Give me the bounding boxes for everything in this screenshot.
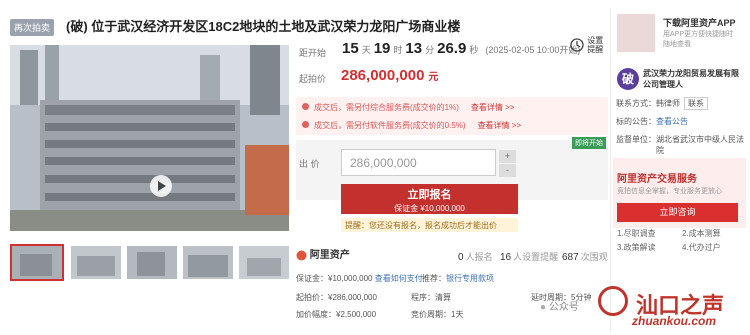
days-unit: 天 xyxy=(361,45,371,55)
thumbnail-2[interactable] xyxy=(71,246,121,279)
supervisor-value: 湖北省武汉市中级人民法院 xyxy=(656,135,744,155)
signup-count: 0 人报名 xyxy=(458,250,493,263)
stat-value: 687 xyxy=(562,252,579,263)
app-title: 下载阿里资产APP xyxy=(663,18,736,28)
price-label: 起拍价 xyxy=(299,74,327,84)
stat-value: 16 xyxy=(500,252,512,263)
platform-logo: 阿里资产 xyxy=(296,246,350,261)
price-unit: 元 xyxy=(428,72,439,83)
deposit-row: 保证金：¥10,000,000 查看如何支付 xyxy=(296,273,423,284)
qr-code-image xyxy=(617,14,655,52)
recommend-label: 推荐： xyxy=(422,274,446,283)
decrease-bid-button[interactable]: - xyxy=(499,164,516,177)
bid-period-row: 竞价周期：1天 xyxy=(411,310,464,319)
set-reminder-button[interactable]: 设置提醒 xyxy=(567,36,607,54)
step-3: 3.政策解读 xyxy=(617,243,656,252)
thumbnail-3[interactable] xyxy=(127,246,177,279)
thumbnail-4[interactable] xyxy=(183,246,233,279)
deposit-text: 保证金：¥10,000,000 xyxy=(296,274,373,283)
thumbnail-5[interactable] xyxy=(239,246,289,279)
upcoming-tag: 即将开始 xyxy=(572,137,606,149)
wechat-watermark: ● 公众号 xyxy=(540,302,579,313)
service-desc: 竞拍信息全掌握，专业服务更放心 xyxy=(617,188,722,195)
consult-button[interactable]: 立即咨询 xyxy=(617,203,738,222)
building-image xyxy=(10,45,289,231)
countdown-minutes: 13 xyxy=(405,40,423,57)
brand-logo-icon xyxy=(598,286,628,316)
procedure-row: 程序：清算 xyxy=(411,293,451,302)
contact-row: 联系方式：韩律师 xyxy=(616,98,680,109)
contact-button-label: 联系 xyxy=(688,99,704,108)
stat-label: 次围观 xyxy=(580,252,608,262)
view-count: 687 次围观 xyxy=(562,250,608,263)
play-video-icon[interactable] xyxy=(150,175,172,197)
bid-input[interactable] xyxy=(341,149,496,176)
contact-button[interactable]: 联系 xyxy=(684,97,708,110)
clock-icon xyxy=(570,38,584,52)
start-price-row: 起拍价：¥286,000,000 xyxy=(296,293,377,302)
wechat-label: 公众号 xyxy=(548,302,579,313)
remind-label: 设置提醒 xyxy=(587,36,604,54)
increment-row: 加价幅度：¥2,500,000 xyxy=(296,310,377,319)
signup-button[interactable]: 立即报名 保证金 ¥10,000,000 xyxy=(341,184,518,214)
deposit-label: 保证金 ¥10,000,000 xyxy=(394,204,465,213)
countdown-hours: 19 xyxy=(373,40,391,57)
page-title: (破) 位于武汉经济开发区18C2地块的土地及武汉荣力龙阳广场商业楼 xyxy=(66,19,461,34)
main-photo[interactable] xyxy=(10,45,289,231)
hours-unit: 时 xyxy=(393,45,403,55)
notice-detail-link[interactable]: 查看详情 >> xyxy=(471,103,515,112)
service-title: 阿里资产交易服务 xyxy=(617,174,697,185)
info-icon xyxy=(302,103,309,110)
view-notice-link[interactable]: 查看公告 xyxy=(656,117,688,126)
supervisor-label: 监督单位： xyxy=(616,135,656,144)
notice-row: 标的公告：查看公告 xyxy=(616,116,688,127)
minutes-unit: 分 xyxy=(425,45,435,55)
seconds-unit: 秒 xyxy=(469,45,479,55)
stat-label: 人报名 xyxy=(465,252,493,262)
app-desc: 用APP更方便快捷随时随地查看 xyxy=(663,31,734,48)
increase-bid-button[interactable]: + xyxy=(499,150,516,163)
countdown: 15 天 19 时 13 分 26.9 秒 (2025-02-05 10:00开始) xyxy=(342,40,580,57)
org-avatar: 破 xyxy=(617,68,639,90)
info-icon xyxy=(302,121,309,128)
stat-label: 人设置提醒 xyxy=(513,252,559,262)
notice-text: 成交后，需另付软件服务费(成交价的0.5%) xyxy=(314,121,466,130)
status-badge: 再次拍卖 xyxy=(10,19,55,36)
contact-name: 韩律师 xyxy=(656,99,680,108)
reminder-count: 16 人设置提醒 xyxy=(500,250,558,263)
start-price: 286,000,000 元 xyxy=(341,67,438,84)
fee-notice-1: 成交后，需另付综合服务费(成交价的1%) 查看详情 >> xyxy=(296,97,608,117)
step-2: 2.成本测算 xyxy=(682,229,721,238)
start-price-value: 286,000,000 xyxy=(341,67,425,84)
notice-detail-link[interactable]: 查看详情 >> xyxy=(478,121,522,130)
brand-domain: zhuankou.com xyxy=(632,314,717,328)
platform-name: 阿里资产 xyxy=(309,250,350,261)
step-4: 4.代办过户 xyxy=(682,243,721,252)
how-to-pay-link[interactable]: 查看如何支付 xyxy=(375,274,423,283)
signup-label: 立即报名 xyxy=(407,189,452,201)
step-1: 1.尽职调查 xyxy=(617,229,656,238)
fee-notice-2: 成交后，需另付软件服务费(成交价的0.5%) 查看详情 >> xyxy=(296,115,608,135)
thumbnail-1[interactable] xyxy=(10,244,64,281)
notice-text: 成交后，需另付综合服务费(成交价的1%) xyxy=(314,103,459,112)
sidebar-divider xyxy=(610,8,611,333)
stat-value: 0 xyxy=(458,252,464,263)
bank-payment-link[interactable]: 银行专用款项 xyxy=(446,274,494,283)
ali-logo-icon xyxy=(296,250,307,261)
notice-label: 标的公告： xyxy=(616,117,656,126)
contact-label: 联系方式： xyxy=(616,99,656,108)
bid-label: 出 价 xyxy=(299,159,320,169)
recommend-row: 推荐：银行专用款项 xyxy=(422,273,494,284)
countdown-days: 15 xyxy=(342,40,359,57)
countdown-label: 距开始 xyxy=(299,48,327,58)
signup-tip: 提醒：您还没有报名，报名成功后才能出价 xyxy=(341,218,518,232)
countdown-seconds: 26.9 xyxy=(437,40,467,57)
org-name[interactable]: 武汉荣力龙阳贸易发展有限公司管理人 xyxy=(643,68,746,90)
